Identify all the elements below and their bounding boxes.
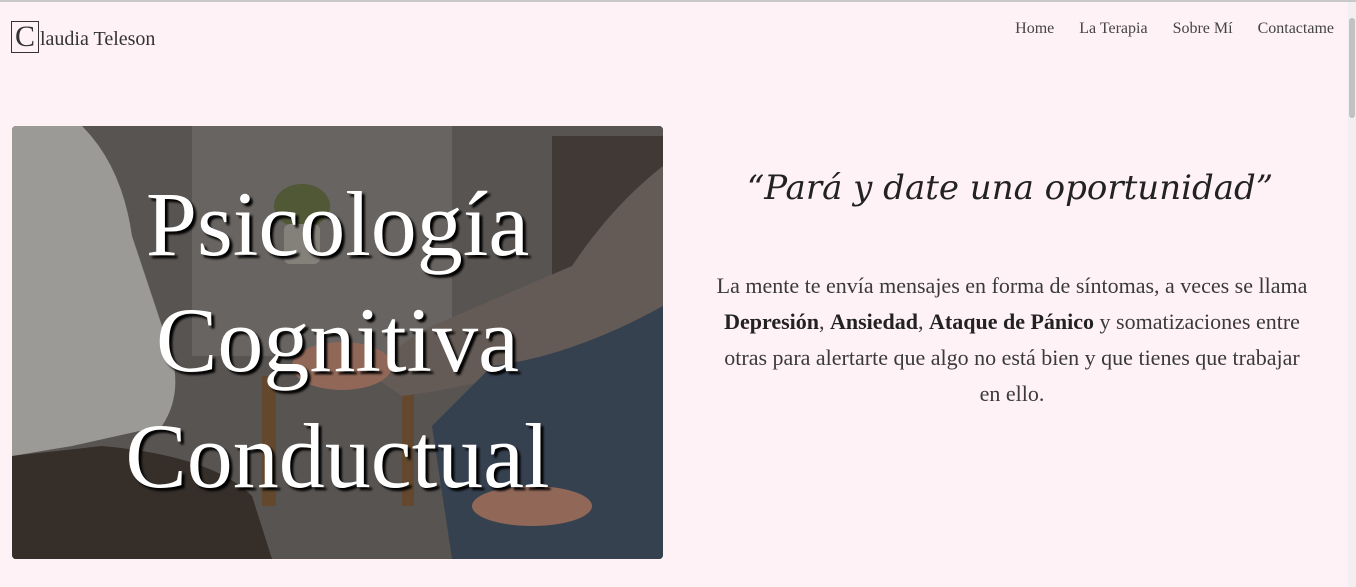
hero-title-line-1: Psicología bbox=[145, 173, 530, 275]
hero-title-line-2: Cognitiva bbox=[156, 289, 519, 391]
intro-sep-1: , bbox=[819, 309, 830, 334]
nav-la-terapia[interactable]: La Terapia bbox=[1079, 20, 1147, 38]
site-logo[interactable]: C laudia Teleson bbox=[11, 20, 155, 54]
main-nav: Home La Terapia Sobre Mí Contactame bbox=[1015, 20, 1334, 38]
hero-title-line-3: Conductual bbox=[125, 405, 550, 507]
intro-sep-2: , bbox=[918, 309, 930, 334]
browser-top-border bbox=[0, 0, 1356, 2]
keyword-depresion: Depresión bbox=[724, 309, 819, 334]
keyword-ataque-de-panico: Ataque de Pánico bbox=[929, 309, 1095, 334]
nav-contactame[interactable]: Contactame bbox=[1258, 20, 1334, 38]
nav-sobre-mi[interactable]: Sobre Mí bbox=[1173, 20, 1233, 38]
logo-initial-box: C bbox=[11, 21, 39, 53]
hero-title: Psicología Cognitiva Conductual bbox=[12, 166, 663, 514]
hero-image: Psicología Cognitiva Conductual bbox=[12, 126, 663, 559]
logo-text: laudia Teleson bbox=[40, 27, 156, 50]
scrollbar-thumb[interactable] bbox=[1349, 18, 1355, 118]
intro-text-1: La mente te envía mensajes en forma de s… bbox=[716, 273, 1308, 298]
keyword-ansiedad: Ansiedad bbox=[830, 309, 919, 334]
tagline-quote: “Pará y date una oportunidad” bbox=[746, 168, 1274, 208]
intro-paragraph: La mente te envía mensajes en forma de s… bbox=[712, 268, 1312, 412]
nav-home[interactable]: Home bbox=[1015, 20, 1054, 38]
page-scrollbar[interactable] bbox=[1348, 2, 1356, 587]
